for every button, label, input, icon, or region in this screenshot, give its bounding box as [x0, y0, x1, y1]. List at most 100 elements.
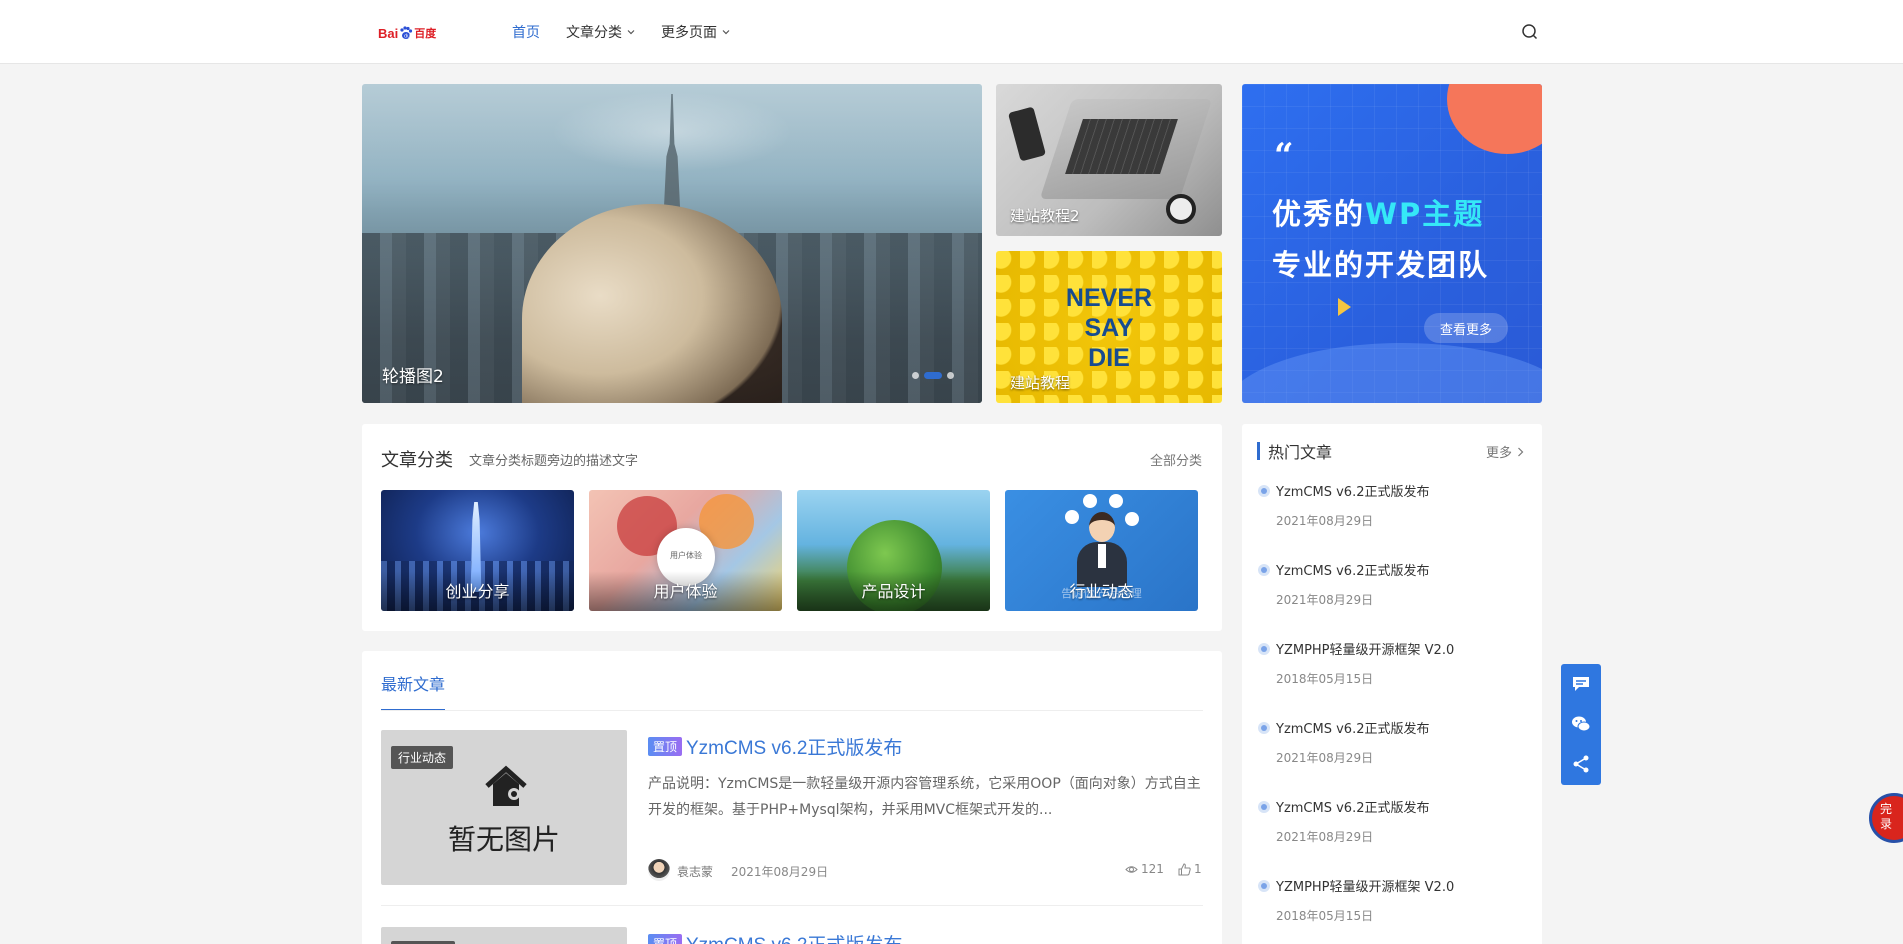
title-accent-bar	[1257, 442, 1260, 460]
post-category-tag[interactable]: 行业动态	[391, 746, 454, 769]
nav-categories[interactable]: 文章分类	[566, 22, 635, 42]
bullet-icon	[1258, 643, 1270, 655]
svg-text:du: du	[404, 34, 410, 40]
chevron-down-icon	[627, 30, 635, 35]
category-product-design[interactable]: 产品设计	[797, 490, 990, 611]
hot-articles-title: 热门文章	[1268, 443, 1333, 462]
feature-card-caption: 建站教程2	[1010, 207, 1080, 225]
nav-more-pages-label: 更多页面	[661, 25, 717, 41]
chevron-down-icon	[722, 30, 730, 35]
briefcase-icon	[1083, 494, 1097, 508]
wechat-icon[interactable]	[1571, 714, 1591, 734]
hot-item[interactable]: YzmCMS v6.2正式版发布 2021年08月29日	[1254, 479, 1524, 558]
post-date: 2021年08月29日	[731, 865, 829, 879]
businessman-head	[1089, 512, 1115, 542]
feature-card-never-say-die[interactable]: NEVER SAY DIE 建站教程	[996, 251, 1222, 403]
hot-articles-header: 热门文章	[1257, 441, 1333, 462]
hot-item-title: YZMPHP轻量级开源框架 V2.0	[1276, 643, 1455, 658]
businessman-tie	[1098, 544, 1106, 568]
phone-image	[1007, 106, 1047, 162]
sticky-badge: 置顶	[648, 934, 683, 944]
hot-item-date: 2018年05月15日	[1276, 672, 1374, 686]
hot-item[interactable]: YzmCMS v6.2正式版发布 2021年08月29日	[1254, 795, 1524, 874]
post-likes[interactable]: 1	[1178, 862, 1202, 876]
bullet-icon	[1258, 485, 1270, 497]
banner-subheadline: 专业的开发团队	[1272, 248, 1490, 282]
hot-item-date: 2021年08月29日	[1276, 593, 1374, 607]
comment-icon[interactable]	[1571, 674, 1591, 694]
baidu-logo[interactable]: Bai du 百度	[378, 20, 444, 46]
hot-item-date: 2018年05月15日	[1276, 909, 1374, 923]
hero-slider[interactable]: 轮播图2	[362, 84, 982, 403]
logo-text: Bai	[378, 25, 399, 41]
likes-count: 1	[1194, 862, 1202, 876]
promo-banner[interactable]: “ 优秀的WP主题 专业的开发团队 查看更多	[1242, 84, 1542, 403]
post-author[interactable]: 袁志蒙	[677, 863, 713, 880]
hot-item-title: YZMPHP轻量级开源框架 V2.0	[1276, 880, 1455, 895]
slide-caption: 轮播图2	[382, 367, 444, 387]
category-industry-news[interactable]: 告诉你 产品经理 行业动态	[1005, 490, 1198, 611]
slider-dot-3[interactable]	[947, 372, 954, 379]
post-title[interactable]: YzmCMS v6.2正式版发布	[686, 930, 902, 944]
banner-headline: 优秀的WP主题	[1272, 191, 1484, 233]
nav-more-pages[interactable]: 更多页面	[661, 22, 730, 42]
banner-headline-highlight: WP主题	[1365, 197, 1485, 231]
latest-panel: 最新文章 行业动态 暂无图片 置顶 YzmCMS v6.2正式版发布 产品说明：…	[362, 651, 1222, 944]
post-thumbnail[interactable]: 行业动态 暂无图片	[381, 730, 627, 885]
corner-seal-badge[interactable]: 完 录	[1869, 793, 1903, 843]
category-label: 行业动态	[1069, 582, 1134, 601]
tab-latest[interactable]: 最新文章	[381, 671, 446, 711]
bullet-icon	[1258, 801, 1270, 813]
share-icon[interactable]	[1571, 754, 1591, 774]
post-excerpt: 产品说明：YzmCMS是一款轻量级开源内容管理系统，它采用OOP（面向对象）方式…	[648, 776, 1201, 818]
hot-item[interactable]: YzmCMS v6.2正式版发布 2021年08月29日	[1254, 558, 1524, 637]
bullet-icon	[1258, 722, 1270, 734]
sticky-badge: 置顶	[648, 737, 683, 756]
views-count: 121	[1141, 862, 1164, 876]
hot-item-title: YzmCMS v6.2正式版发布	[1276, 564, 1430, 579]
keyboard-image	[1065, 119, 1178, 174]
category-label: 创业分享	[445, 582, 510, 601]
hot-item[interactable]: YzmCMS v6.2正式版发布 2021年08月29日	[1254, 716, 1524, 795]
category-label: 用户体验	[653, 582, 718, 601]
play-icon	[1338, 298, 1351, 316]
all-categories-link[interactable]: 全部分类	[1150, 450, 1202, 469]
site-header: Bai du 百度 首页 文章分类 更多页面	[0, 0, 1903, 64]
banner-more-button[interactable]: 查看更多	[1424, 313, 1508, 343]
nsd-line-1: NEVER	[1065, 284, 1153, 312]
bullet-icon	[1258, 880, 1270, 892]
nav-home[interactable]: 首页	[512, 22, 540, 42]
hot-item[interactable]: YZMPHP轻量级开源框架 V2.0 2018年05月15日	[1254, 637, 1524, 716]
post-title[interactable]: YzmCMS v6.2正式版发布	[686, 733, 902, 760]
hot-more-label: 更多	[1485, 446, 1512, 461]
hot-item-date: 2021年08月29日	[1276, 514, 1374, 528]
no-image-text: 暂无图片	[447, 823, 560, 856]
category-ux[interactable]: 用户体验 用户体验	[589, 490, 782, 611]
avatar[interactable]	[648, 859, 670, 881]
feature-card-caption: 建站教程	[1010, 374, 1071, 392]
category-startup[interactable]: 创业分享	[381, 490, 574, 611]
slider-dot-2[interactable]	[924, 372, 942, 379]
post-item: 置顶 YzmCMS v6.2正式版发布	[381, 927, 1203, 944]
never-say-die-text: NEVER SAY DIE	[996, 283, 1222, 373]
slider-dot-1[interactable]	[912, 372, 919, 379]
feature-card-laptop[interactable]: 建站教程2	[996, 84, 1222, 236]
hot-item-title: YzmCMS v6.2正式版发布	[1276, 801, 1430, 816]
post-views: 121	[1125, 862, 1164, 876]
hot-more-link[interactable]: 更多	[1486, 442, 1524, 461]
chart-icon	[1065, 510, 1079, 524]
nav-categories-label: 文章分类	[566, 25, 622, 41]
phone-icon	[1109, 494, 1123, 508]
nav-home-label: 首页	[512, 25, 540, 41]
nsd-line-3: DIE	[1088, 344, 1130, 372]
corner-badge-line-1: 完	[1880, 802, 1893, 816]
hot-item-date: 2021年08月29日	[1276, 751, 1374, 765]
categories-title: 文章分类	[381, 450, 453, 471]
search-icon[interactable]	[1520, 22, 1540, 42]
corner-badge-line-2: 录	[1880, 817, 1893, 831]
hot-item[interactable]: YZMPHP轻量级开源框架 V2.0 2018年05月15日	[1254, 874, 1524, 944]
post-thumbnail[interactable]	[381, 927, 627, 944]
logo-text-cn: 百度	[414, 27, 437, 40]
coffee-cup-image	[1166, 194, 1196, 224]
paw-icon: du	[400, 26, 413, 40]
